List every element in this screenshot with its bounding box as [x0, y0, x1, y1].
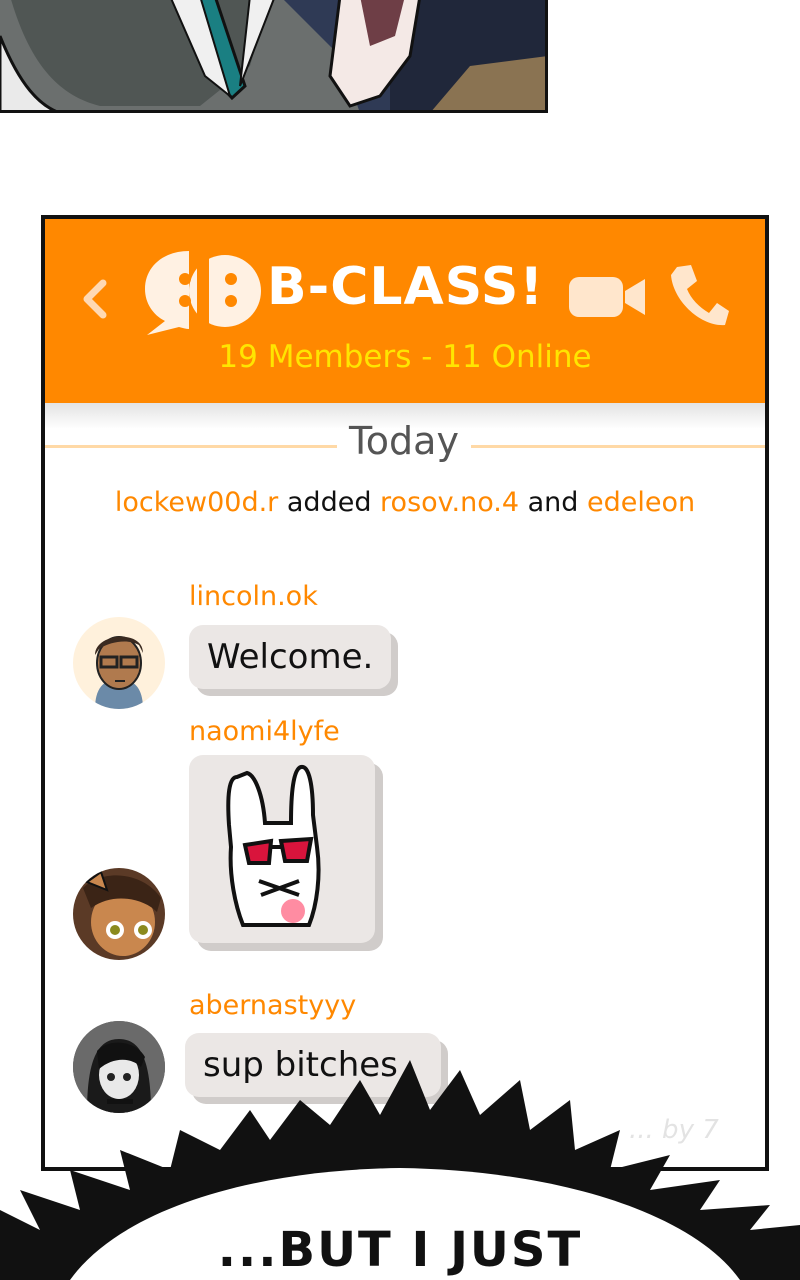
sticker-message[interactable] [189, 755, 375, 943]
group-chat-icon [139, 245, 263, 337]
system-target-1[interactable]: rosov.no.4 [380, 487, 519, 518]
chevron-left-icon[interactable] [79, 277, 111, 321]
avatar[interactable] [73, 617, 165, 709]
system-message: lockew00d.r added rosov.no.4 and edeleon [45, 487, 765, 518]
date-divider-left [45, 445, 337, 448]
chat-window: B-CLASS! 19 Members - 11 Online Today lo… [41, 215, 769, 1171]
avatar[interactable] [73, 868, 165, 960]
member-count: 19 Members - 11 Online [218, 339, 592, 375]
chat-title: B-CLASS! [267, 257, 545, 317]
comic-caption: ...BUT I JUST [217, 1222, 583, 1278]
top-comic-panel [0, 0, 548, 113]
chat-header: B-CLASS! 19 Members - 11 Online [45, 219, 765, 403]
system-actor[interactable]: lockew00d.r [115, 487, 278, 518]
system-target-2[interactable]: edeleon [587, 487, 695, 518]
message-username[interactable]: abernastyyy [189, 990, 356, 1021]
date-divider-right [471, 445, 765, 448]
message-bubble[interactable]: Welcome. [189, 625, 391, 689]
video-camera-icon[interactable] [567, 271, 647, 323]
message-username[interactable]: lincoln.ok [189, 581, 318, 612]
bunny-sunglasses-sticker [226, 765, 321, 927]
system-verb: added [278, 487, 381, 518]
message-username[interactable]: naomi4lyfe [189, 716, 340, 747]
system-conjunction: and [519, 487, 588, 518]
phone-icon[interactable] [667, 261, 731, 331]
date-label: Today [349, 419, 459, 463]
